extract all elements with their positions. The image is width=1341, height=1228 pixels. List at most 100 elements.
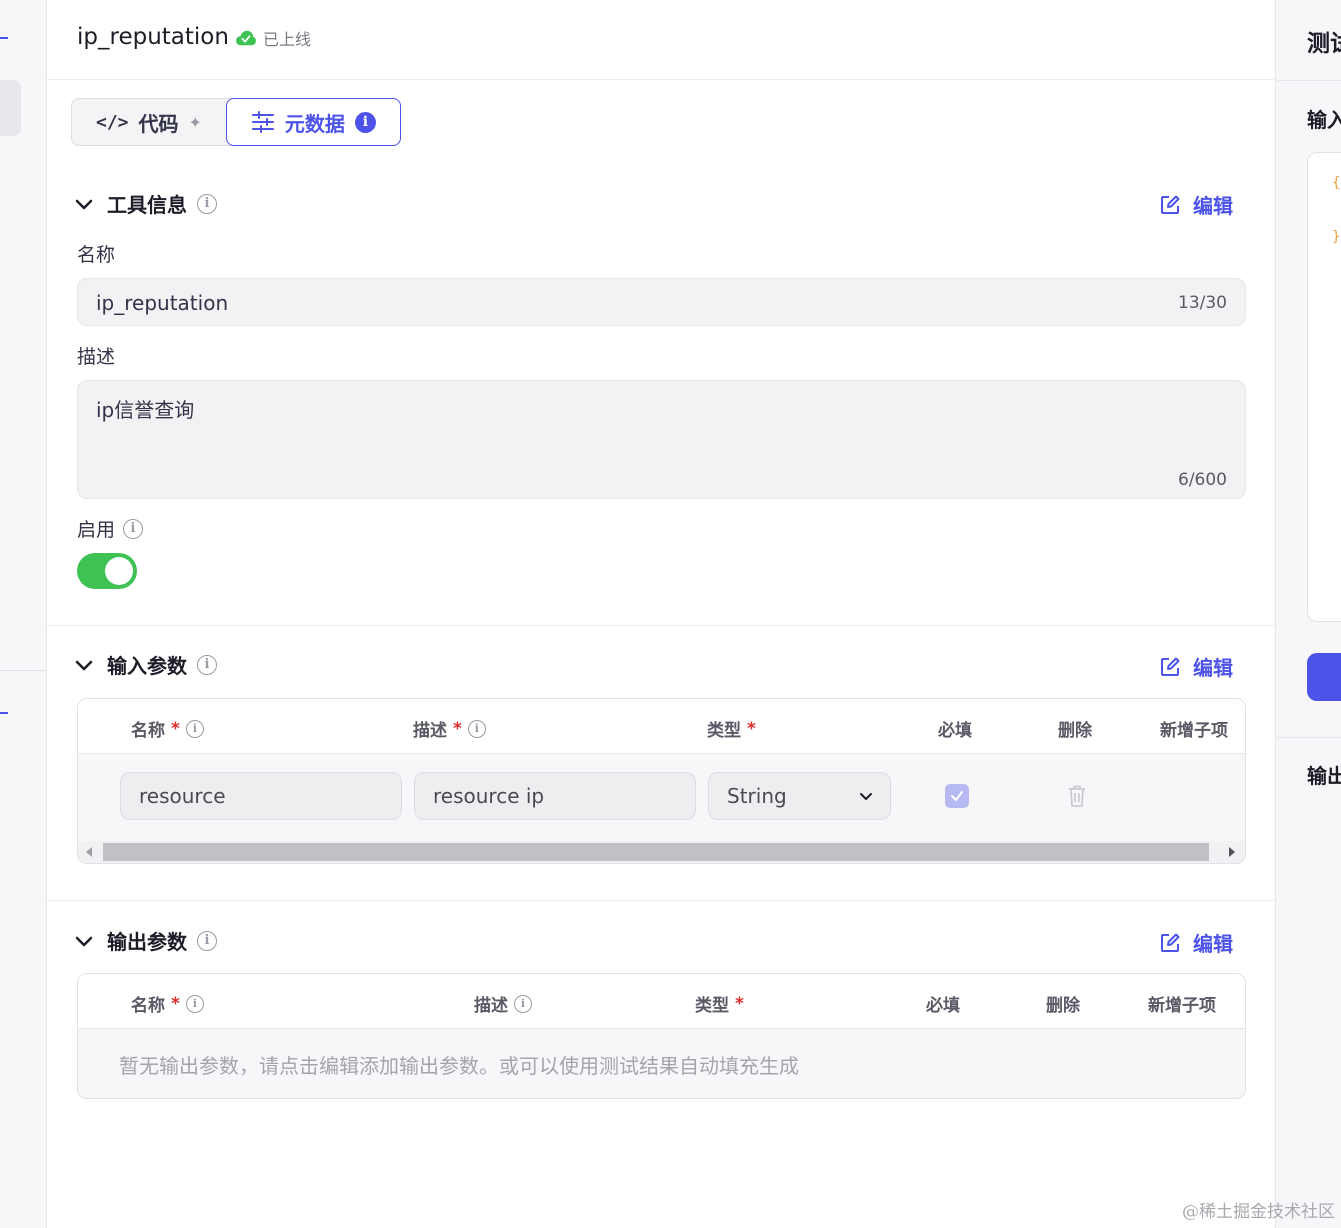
enable-label: 启用 i [77, 515, 144, 542]
chevron-down-icon [75, 936, 93, 946]
col-desc-label: 描述 [474, 996, 508, 1016]
param-type-value: String [727, 784, 787, 808]
info-icon: i [197, 654, 217, 675]
param-type-select[interactable]: String [708, 772, 891, 820]
page-title: ip_reputation [77, 24, 229, 50]
run-test-button[interactable] [1307, 653, 1341, 701]
col-required: 必填 [926, 991, 960, 1016]
info-icon: i [197, 930, 217, 951]
test-panel-title: 测试 [1307, 31, 1341, 57]
tab-metadata-label: 元数据 [284, 111, 345, 136]
trash-icon[interactable] [1068, 785, 1086, 807]
info-icon: i [185, 719, 204, 738]
edit-label: 编辑 [1193, 194, 1233, 218]
param-desc-input[interactable]: resource ip [414, 772, 696, 820]
info-icon: i [185, 994, 204, 1013]
empty-message: 暂无输出参数，请点击编辑添加输出参数。或可以使用测试结果自动填充生成 [119, 1054, 799, 1078]
sidebar-indicator [0, 712, 8, 714]
param-desc-value: resource ip [433, 784, 545, 808]
watermark: @稀土掘金技术社区 [1182, 1202, 1335, 1222]
edit-icon [1161, 657, 1180, 676]
status-text: 已上线 [263, 30, 312, 49]
page-header: ip_reputation 已上线 [47, 0, 1276, 80]
info-icon: i [467, 719, 486, 738]
edit-label: 编辑 [1193, 656, 1233, 680]
col-add-child: 新增子项 [1160, 716, 1228, 741]
edit-output-params-button[interactable]: 编辑 [1159, 928, 1233, 957]
edit-icon [1161, 195, 1180, 214]
param-name-input[interactable]: resource [120, 772, 402, 820]
col-type-label: 类型 [707, 721, 741, 741]
section-title: 输出参数 [107, 930, 187, 954]
edit-input-params-button[interactable]: 编辑 [1159, 652, 1233, 681]
code-icon: </> [96, 111, 129, 133]
info-icon: i [354, 111, 376, 133]
input-params-header[interactable]: 输入参数 i [75, 650, 217, 679]
edit-icon [1161, 933, 1180, 952]
required-checkbox[interactable] [945, 784, 969, 808]
sparkle-icon: ✦ [188, 112, 202, 132]
col-delete: 删除 [1046, 991, 1080, 1016]
status-badge: 已上线 [235, 26, 311, 50]
name-field[interactable]: ip_reputation 13/30 [77, 278, 1246, 326]
panel-divider [1277, 737, 1341, 738]
enable-toggle[interactable] [77, 553, 137, 589]
edit-label: 编辑 [1193, 932, 1233, 956]
check-icon [951, 791, 963, 801]
col-type: 类型 * [707, 716, 756, 742]
col-desc: 描述 * i [413, 716, 486, 741]
test-panel: 测试 输入 { } 输出 [1277, 0, 1341, 1228]
scroll-right-icon[interactable] [1229, 847, 1235, 857]
test-input-editor[interactable]: { } [1307, 152, 1341, 622]
enable-label-text: 启用 [77, 519, 116, 541]
desc-label: 描述 [77, 342, 115, 369]
param-name-value: resource [139, 784, 226, 808]
output-params-header[interactable]: 输出参数 i [75, 926, 217, 955]
info-icon: i [123, 518, 144, 539]
name-label: 名称 [77, 240, 115, 267]
tab-code[interactable]: </> 代码 ✦ [72, 99, 226, 145]
test-output-label: 输出 [1307, 764, 1341, 788]
tool-info-header[interactable]: 工具信息 i [75, 189, 217, 218]
name-label-text: 名称 [77, 244, 116, 266]
sidebar-item[interactable] [0, 80, 21, 136]
col-name: 名称 * i [131, 991, 204, 1016]
section-title: 输入参数 [107, 654, 187, 678]
char-counter: 6/600 [1178, 470, 1227, 490]
col-name-label: 名称 [131, 721, 165, 741]
left-sidebar [0, 0, 47, 1228]
sidebar-divider [0, 670, 46, 671]
desc-value: ip信誉查询 [96, 398, 195, 422]
info-icon: i [197, 193, 217, 214]
section-divider [47, 625, 1276, 626]
main-panel: ip_reputation 已上线 </> 代码 ✦ 元数据 i 工具信息 i … [47, 0, 1276, 1228]
col-required: 必填 [938, 716, 972, 741]
col-required-label: 必填 [926, 996, 960, 1016]
col-required-label: 必填 [938, 721, 972, 741]
panel-divider [1277, 80, 1341, 81]
chevron-down-icon [75, 199, 93, 209]
tab-metadata[interactable]: 元数据 i [225, 98, 401, 146]
sidebar-indicator [0, 37, 8, 39]
table-header: 名称 * i 描述 i 类型 * 必填 删除 新增子项 [78, 974, 1245, 1029]
char-counter: 13/30 [1178, 293, 1227, 313]
col-delete-label: 删除 [1058, 721, 1092, 741]
col-add-child-label: 新增子项 [1160, 721, 1228, 741]
chevron-down-icon [75, 660, 93, 670]
col-desc: 描述 i [474, 991, 532, 1016]
brace-open: { [1332, 175, 1341, 191]
col-name: 名称 * i [131, 716, 204, 741]
toggle-knob [105, 557, 133, 585]
tab-bar: </> 代码 ✦ 元数据 i [71, 98, 401, 146]
edit-tool-info-button[interactable]: 编辑 [1159, 190, 1233, 219]
col-type-label: 类型 [695, 996, 729, 1016]
scroll-left-icon[interactable] [86, 847, 92, 857]
horizontal-scrollbar[interactable] [78, 841, 1245, 863]
scrollbar-thumb[interactable] [103, 843, 1209, 861]
description-field[interactable]: ip信誉查询 6/600 [77, 380, 1246, 499]
table-header: 名称 * i 描述 * i 类型 * 必填 删除 新增子项 [78, 699, 1245, 754]
col-name-label: 名称 [131, 996, 165, 1016]
col-delete: 删除 [1058, 716, 1092, 741]
tab-code-label: 代码 [138, 111, 179, 136]
section-divider [47, 900, 1276, 901]
